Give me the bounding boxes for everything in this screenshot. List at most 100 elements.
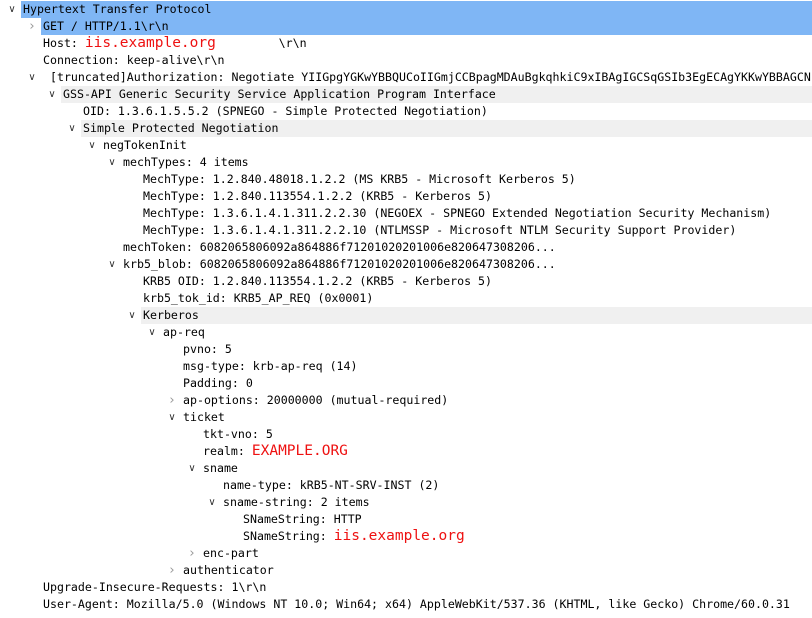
tree-row[interactable]: User-Agent: Mozilla/5.0 (Windows NT 10.0…	[0, 596, 812, 613]
tree-row[interactable]: ∨ sname	[0, 460, 812, 477]
row-label: [truncated]Authorization: Negotiate YIIG…	[43, 69, 811, 86]
field-text: Simple Protected Negotiation	[83, 121, 279, 135]
field-text: MechType: 1.3.6.1.4.1.311.2.2.10 (NTLMSS…	[143, 223, 737, 237]
row-label: mechTypes: 4 items	[123, 154, 249, 171]
row-label: Host: iis.example.org \r\n	[43, 35, 307, 52]
packet-details-tree: ∨ Hypertext Transfer Protocol › GET / HTTP/…	[0, 1, 812, 613]
field-text: mechToken: 6082065806092a864886f71201020…	[123, 240, 556, 254]
field-text: Hypertext Transfer Protocol	[23, 2, 212, 16]
field-text: name-type: kRB5-NT-SRV-INST (2)	[223, 478, 440, 492]
row-label: pvno: 5	[183, 341, 232, 358]
tree-row[interactable]: ∨ ticket	[0, 409, 812, 426]
tree-row[interactable]: MechType: 1.2.840.48018.1.2.2 (MS KRB5 -…	[0, 171, 812, 188]
field-text: krb5_blob: 6082065806092a864886f71201020…	[123, 257, 556, 271]
row-label: sname	[203, 460, 238, 477]
row-label: ap-req	[163, 324, 205, 341]
tree-row[interactable]: ∨ ap-req	[0, 324, 812, 341]
row-label: mechToken: 6082065806092a864886f71201020…	[123, 239, 556, 256]
tree-row[interactable]: Host: iis.example.org \r\n	[0, 35, 812, 52]
field-text: pvno: 5	[183, 342, 232, 356]
field-suffix: \r\n	[215, 36, 307, 50]
tree-row[interactable]: ∨ Hypertext Transfer Protocol	[0, 1, 812, 18]
tree-row[interactable]: Connection: keep-alive\r\n	[0, 52, 812, 69]
row-label: SNameString: HTTP	[243, 511, 362, 528]
field-text: ticket	[183, 410, 225, 424]
field-text: MechType: 1.2.840.113554.1.2.2 (KRB5 - K…	[143, 189, 493, 203]
row-label: MechType: 1.2.840.113554.1.2.2 (KRB5 - K…	[143, 188, 492, 205]
tree-row[interactable]: Upgrade-Insecure-Requests: 1\r\n	[0, 579, 812, 596]
field-text: [truncated]Authorization: Negotiate YIIG…	[43, 70, 811, 84]
row-label: KRB5 OID: 1.2.840.113554.1.2.2 (KRB5 - K…	[143, 273, 492, 290]
tree-row[interactable]: ∨ mechTypes: 4 items	[0, 154, 812, 171]
tree-row[interactable]: OID: 1.3.6.1.5.5.2 (SPNEGO - Simple Prot…	[0, 103, 812, 120]
tree-row[interactable]: › authenticator	[0, 562, 812, 579]
tree-row[interactable]: KRB5 OID: 1.2.840.113554.1.2.2 (KRB5 - K…	[0, 273, 812, 290]
tree-row[interactable]: mechToken: 6082065806092a864886f71201020…	[0, 239, 812, 256]
field-text: authenticator	[183, 563, 274, 577]
tree-row[interactable]: ∨ Kerberos	[0, 307, 812, 324]
row-label: tkt-vno: 5	[203, 426, 273, 443]
field-text: sname	[203, 461, 238, 475]
tree-row[interactable]: Padding: 0	[0, 375, 812, 392]
tree-row[interactable]: ∨ [truncated]Authorization: Negotiate YI…	[0, 69, 812, 86]
tree-row[interactable]: tkt-vno: 5	[0, 426, 812, 443]
tree-row[interactable]: ∨ krb5_blob: 6082065806092a864886f7120102…	[0, 256, 812, 273]
tree-row[interactable]: SNameString: HTTP	[0, 511, 812, 528]
tree-row[interactable]: › GET / HTTP/1.1\r\n	[0, 18, 812, 35]
field-text: Upgrade-Insecure-Requests: 1\r\n	[43, 580, 267, 594]
tree-row[interactable]: MechType: 1.3.6.1.4.1.311.2.2.30 (NEGOEX…	[0, 205, 812, 222]
field-text: Padding: 0	[183, 376, 253, 390]
tree-row[interactable]: krb5_tok_id: KRB5_AP_REQ (0x0001)	[0, 290, 812, 307]
chevron-down-icon[interactable]: ∨	[126, 307, 138, 324]
row-label: Hypertext Transfer Protocol	[23, 1, 211, 18]
field-text: SNameString: HTTP	[243, 512, 362, 526]
highlighted-value: iis.example.org	[84, 35, 216, 51]
chevron-down-icon[interactable]: ∨	[106, 256, 118, 273]
tree-row[interactable]: msg-type: krb-ap-req (14)	[0, 358, 812, 375]
row-label: ap-options: 20000000 (mutual-required)	[183, 392, 448, 409]
chevron-down-icon[interactable]: ∨	[86, 137, 98, 154]
chevron-down-icon[interactable]: ∨	[6, 1, 18, 18]
chevron-right-icon[interactable]: ›	[166, 562, 178, 579]
field-text: MechType: 1.3.6.1.4.1.311.2.2.30 (NEGOEX…	[143, 206, 772, 220]
chevron-down-icon[interactable]: ∨	[146, 324, 158, 341]
row-label: Upgrade-Insecure-Requests: 1\r\n	[43, 579, 266, 596]
tree-row[interactable]: name-type: kRB5-NT-SRV-INST (2)	[0, 477, 812, 494]
tree-row[interactable]: ∨ negTokenInit	[0, 137, 812, 154]
tree-row[interactable]: MechType: 1.2.840.113554.1.2.2 (KRB5 - K…	[0, 188, 812, 205]
field-text: enc-part	[203, 546, 259, 560]
chevron-down-icon[interactable]: ∨	[26, 69, 38, 86]
row-label: GSS-API Generic Security Service Applica…	[63, 86, 496, 103]
chevron-right-icon[interactable]: ›	[26, 18, 38, 35]
row-label: OID: 1.3.6.1.5.5.2 (SPNEGO - Simple Prot…	[83, 103, 488, 120]
row-label: MechType: 1.3.6.1.4.1.311.2.2.10 (NTLMSS…	[143, 222, 736, 239]
tree-row[interactable]: realm: EXAMPLE.ORG	[0, 443, 812, 460]
row-label: SNameString: iis.example.org	[243, 528, 465, 545]
chevron-right-icon[interactable]: ›	[186, 545, 198, 562]
row-label: name-type: kRB5-NT-SRV-INST (2)	[223, 477, 439, 494]
chevron-down-icon[interactable]: ∨	[46, 86, 58, 103]
chevron-down-icon[interactable]: ∨	[106, 154, 118, 171]
tree-row[interactable]: SNameString: iis.example.org	[0, 528, 812, 545]
tree-row[interactable]: ∨ Simple Protected Negotiation	[0, 120, 812, 137]
chevron-right-icon[interactable]: ›	[166, 392, 178, 409]
field-text: MechType: 1.2.840.48018.1.2.2 (MS KRB5 -…	[143, 172, 576, 186]
row-label: MechType: 1.3.6.1.4.1.311.2.2.30 (NEGOEX…	[143, 205, 771, 222]
row-background	[201, 545, 812, 562]
row-background	[181, 375, 812, 392]
tree-row[interactable]: ∨ sname-string: 2 items	[0, 494, 812, 511]
tree-row[interactable]: › enc-part	[0, 545, 812, 562]
row-label: msg-type: krb-ap-req (14)	[183, 358, 358, 375]
tree-row[interactable]: › ap-options: 20000000 (mutual-required)	[0, 392, 812, 409]
row-label: ticket	[183, 409, 225, 426]
tree-row[interactable]: pvno: 5	[0, 341, 812, 358]
row-background	[141, 307, 812, 324]
row-label: GET / HTTP/1.1\r\n	[43, 18, 169, 35]
chevron-down-icon[interactable]: ∨	[166, 409, 178, 426]
chevron-down-icon[interactable]: ∨	[206, 494, 218, 511]
chevron-down-icon[interactable]: ∨	[186, 460, 198, 477]
chevron-down-icon[interactable]: ∨	[66, 120, 78, 137]
field-text: SNameString:	[243, 529, 334, 543]
tree-row[interactable]: ∨ GSS-API Generic Security Service Applic…	[0, 86, 812, 103]
tree-row[interactable]: MechType: 1.3.6.1.4.1.311.2.2.10 (NTLMSS…	[0, 222, 812, 239]
